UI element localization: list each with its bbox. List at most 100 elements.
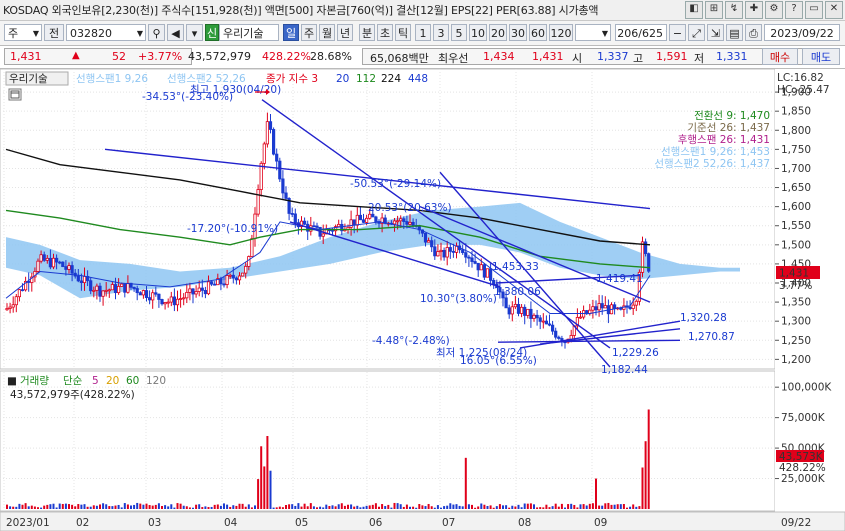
tab-month[interactable]: 월 [319,24,335,41]
search-button[interactable]: ⚲ [148,24,165,41]
volume-bar [303,503,306,509]
volume-bar [430,506,433,509]
volume-bar [564,507,566,509]
candle-body [293,213,297,224]
volume-bar [647,409,650,509]
volume-bar [567,504,570,509]
candle-body [423,232,428,243]
candle-body [349,219,353,228]
candle-body [89,280,93,292]
turnover: 28.68% [310,50,352,63]
volume-bar [505,505,508,509]
interval-120[interactable]: 120 [549,24,573,41]
volume-bar [520,507,523,509]
price-chart[interactable]: 1,9001,8501,8001,7501,7001,6501,6001,550… [0,69,845,531]
candle-body [39,254,43,262]
candle-body [67,265,71,270]
volume-bar [71,504,74,509]
candle-body [256,189,260,215]
gear-icon[interactable]: ⚙ [765,1,783,19]
volume-bar [579,504,582,509]
interval-60[interactable]: 60 [529,24,547,41]
volume-bar [139,503,142,509]
volume-bar [176,503,179,509]
candle-body [430,240,434,248]
speaker-icon: ◀ [171,27,180,40]
volume-bar [424,506,427,509]
interval-1[interactable]: 1 [415,24,431,41]
volume-bar [235,505,238,509]
volume-bar [312,506,315,509]
tab-week[interactable]: 주 [301,24,317,41]
tab-day[interactable]: 일 [283,24,299,41]
volume-bar [108,506,111,509]
grid-icon[interactable]: ⊞ [705,1,723,19]
tab-second[interactable]: 초 [377,24,393,41]
volume-bar [294,505,297,509]
prev-button[interactable]: 전 [44,24,64,41]
volume-bar [440,507,442,509]
volume-bar [319,506,322,509]
interval-30[interactable]: 30 [509,24,527,41]
candle-body [315,225,319,228]
interval-3[interactable]: 3 [433,24,449,41]
print-button[interactable]: ⎙ [745,24,762,41]
crosshair-icon[interactable]: ✚ [745,1,763,19]
volume-bar [182,505,185,509]
chart-tools-button[interactable]: ⤢ [688,24,705,41]
buy-button[interactable]: 매수 [762,48,798,65]
code-input[interactable]: 032820 ▼ [66,24,146,41]
annotation-a5: 1,380.06 [494,286,541,298]
candle-body [188,288,192,293]
low-pct-annotation: 16.05°(6.55%) [460,355,537,367]
chart-tool-icon: ⤢ [692,27,701,40]
tab-minute[interactable]: 분 [359,24,375,41]
candle-body [144,290,149,298]
count-field[interactable]: 206/625 [615,24,667,41]
best-ask: 1,431 [532,50,564,63]
close-icon[interactable]: ✕ [825,1,843,19]
interval-20[interactable]: 20 [489,24,507,41]
candle-body [464,252,468,258]
candle-body [368,213,372,219]
interval-10[interactable]: 10 [469,24,487,41]
sell-button[interactable]: 매도 [802,48,840,65]
volume-bar [343,505,346,509]
volume-bar [638,506,641,509]
save-button[interactable]: ▤ [726,24,743,41]
market-select[interactable]: 주 ▼ [4,24,42,41]
volume-bar [15,506,18,509]
interval-5[interactable]: 5 [451,24,467,41]
restore-icon[interactable]: ▭ [805,1,823,19]
candle-body [557,336,561,339]
volume-bar [278,506,281,509]
volume-bar [201,507,204,509]
help-icon[interactable]: ? [785,1,803,19]
volume-bar [6,504,8,509]
interval-input[interactable]: ▼ [575,24,611,41]
annotation-a3: -17.20°(-10.91%) [187,223,278,235]
sound-button[interactable]: ◀ [167,24,184,41]
chevron-down-icon: ▼ [136,29,143,38]
tab-tick[interactable]: 틱 [395,24,411,41]
candle-body [17,289,22,298]
volume-bar [325,504,328,509]
volume-bar [526,503,529,509]
date-field[interactable]: 2023/09/22 [764,24,840,41]
volume-bar [582,504,585,509]
layout-icon[interactable]: ◧ [685,1,703,19]
volume-bar [548,507,551,509]
tab-year[interactable]: 년 [337,24,353,41]
candle-body [538,317,542,322]
zoom-out-button[interactable]: − [669,24,686,41]
chart-area[interactable]: 1,900 1,850 1,800 1,750 1,700 1,650 1,600 1,550… [0,69,845,531]
candle-body [628,306,632,309]
candle-body [405,221,409,225]
link-icon[interactable]: ↯ [725,1,743,19]
candle-body [203,289,207,295]
candle-body [104,289,108,292]
chart-settings-button[interactable]: ⇲ [707,24,724,41]
sort-button[interactable]: ▾ [186,24,203,41]
volume-bar [145,503,148,509]
volume-bar [130,505,132,509]
